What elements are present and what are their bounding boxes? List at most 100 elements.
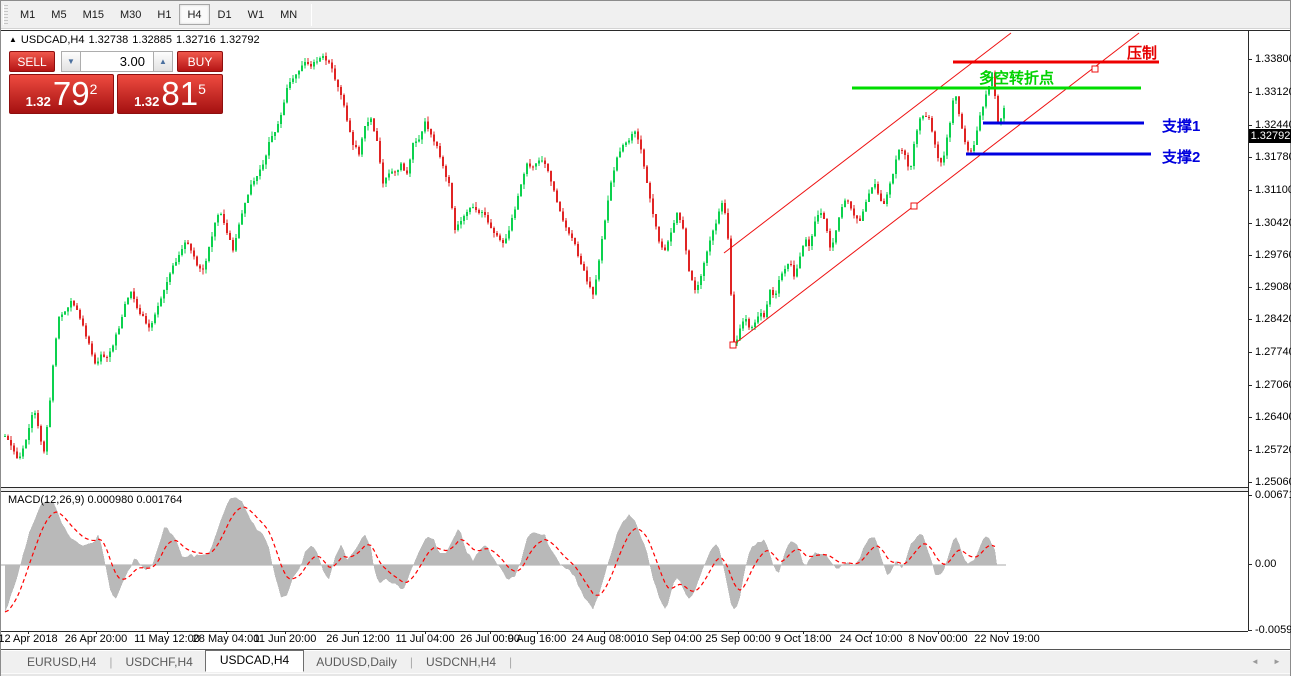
axis-tick (1248, 157, 1252, 158)
ohlc-close: 1.32792 (220, 34, 260, 46)
axis-tick (1248, 125, 1252, 126)
date-axis-label: 11 May 12:00 (134, 633, 200, 645)
timeframe-button-m15[interactable]: M15 (75, 4, 112, 25)
tab-scroll-right-icon[interactable]: ► (1270, 655, 1284, 669)
axis-tick (1248, 319, 1252, 320)
axis-tick (1248, 223, 1252, 224)
timeframe-button-w1[interactable]: W1 (240, 4, 273, 25)
timeframe-button-m1[interactable]: M1 (12, 4, 43, 25)
lot-increase-button[interactable]: ▲ (153, 51, 173, 72)
date-axis-label: 26 Jun 12:00 (326, 633, 390, 645)
price-axis-label: 1.30420 (1255, 217, 1291, 229)
support1-label: 支撑1 (1162, 115, 1200, 136)
tab-usdcad-h4[interactable]: USDCAD,H4 (205, 650, 304, 672)
sell-button[interactable]: SELL (9, 51, 55, 72)
axis-tick (1248, 190, 1252, 191)
date-axis-label: 24 Aug 08:00 (572, 633, 637, 645)
sell-price-quote[interactable]: 1.32792 (9, 74, 114, 114)
tab-scroll-left-icon[interactable]: ◄ (1248, 655, 1262, 669)
axis-tick (1248, 385, 1252, 386)
date-tick (1007, 631, 1008, 634)
buy-price-quote[interactable]: 1.32815 (117, 74, 223, 114)
date-axis-label: 8 Nov 00:00 (908, 633, 967, 645)
buy-button[interactable]: BUY (177, 51, 223, 72)
date-tick (96, 631, 97, 634)
ohlc-low: 1.32716 (176, 34, 216, 46)
timeframe-button-m5[interactable]: M5 (43, 4, 74, 25)
axis-tick (1248, 255, 1252, 256)
tab-audusd-daily[interactable]: AUDUSD,Daily (304, 652, 409, 672)
date-axis-label: 9 Aug 16:00 (508, 633, 567, 645)
timeframe-button-h1[interactable]: H1 (149, 4, 179, 25)
date-tick (358, 631, 359, 634)
date-tick (938, 631, 939, 634)
date-axis-label: 25 Sep 00:00 (705, 633, 770, 645)
tab-usdchf-h4[interactable]: USDCHF,H4 (113, 652, 204, 672)
date-tick (28, 631, 29, 634)
tabbar-top-border (1, 649, 1290, 650)
axis-tick (1248, 630, 1252, 631)
chart-tab-bar: EURUSD,H4|USDCHF,H4USDCAD,H4AUDUSD,Daily… (1, 651, 1290, 673)
symbol-collapse-icon[interactable]: ▲ (9, 35, 17, 44)
resistance-label: 压制 (1127, 42, 1157, 63)
axis-tick (1248, 59, 1252, 60)
macd-indicator-canvas[interactable] (1, 491, 1248, 631)
date-axis-label: 26 Apr 20:00 (65, 633, 127, 645)
timeframe-button-d1[interactable]: D1 (210, 4, 240, 25)
macd-axis-label: 0.006718 (1255, 489, 1291, 501)
date-tick (285, 631, 286, 634)
axis-tick (1248, 352, 1252, 353)
current-price-badge: 1.32792 (1249, 129, 1291, 143)
date-tick (604, 631, 605, 634)
price-axis-label: 1.26400 (1255, 411, 1291, 423)
sell-price-prefix: 1.32 (26, 94, 51, 109)
price-axis-label: 1.33120 (1255, 86, 1291, 98)
date-tick (871, 631, 872, 634)
axis-tick (1248, 450, 1252, 451)
chart-ohlc-header: ▲USDCAD,H41.327381.328851.327161.32792 (9, 34, 264, 46)
price-axis-label: 1.27060 (1255, 379, 1291, 391)
macd-header: MACD(12,26,9) 0.000980 0.001764 (8, 494, 182, 506)
price-axis: 1.32792 1.338001.331201.324401.317801.31… (1248, 29, 1291, 649)
date-tick (167, 631, 168, 634)
price-axis-label: 1.32440 (1255, 119, 1291, 131)
timeframe-button-h4[interactable]: H4 (179, 4, 209, 25)
toolbar-separator (311, 4, 312, 26)
price-axis-label: 1.28420 (1255, 313, 1291, 325)
buy-price-prefix: 1.32 (134, 94, 159, 109)
ohlc-high: 1.32885 (132, 34, 172, 46)
price-axis-label: 1.25060 (1255, 476, 1291, 488)
mt4-window: M1M5M15M30H1H4D1W1MN ▲USDCAD,H41.327381.… (0, 0, 1291, 676)
lot-size-input[interactable] (81, 51, 153, 72)
macd-pane-bottom-border (1, 631, 1248, 632)
date-tick (490, 631, 491, 634)
date-axis-label: 22 Nov 19:00 (974, 633, 1039, 645)
buy-price-sup: 5 (198, 83, 206, 95)
timeframe-buttons: M1M5M15M30H1H4D1W1MN (12, 4, 305, 25)
axis-tick (1248, 482, 1252, 483)
date-axis-label: 10 Sep 04:00 (636, 633, 701, 645)
lot-decrease-button[interactable]: ▼ (61, 51, 81, 72)
macd-axis-label: 0.00 (1255, 558, 1276, 570)
tab-usdcnh-h4[interactable]: USDCNH,H4 (414, 652, 508, 672)
one-click-trading-panel: SELL ▼ ▲ BUY 1.32792 1.32815 (9, 51, 224, 114)
date-axis: 12 Apr 2018 26 Apr 20:00 11 May 12:0028 Ma… (1, 633, 1248, 647)
timeframe-button-m30[interactable]: M30 (112, 4, 149, 25)
date-axis-label: 9 Oct 18:00 (775, 633, 832, 645)
axis-tick (1248, 287, 1252, 288)
price-axis-label: 1.33800 (1255, 53, 1291, 65)
toolbar-grip-handle[interactable] (3, 5, 8, 25)
date-axis-label: 12 Apr 2018 (0, 633, 58, 645)
date-tick (803, 631, 804, 634)
chart-symbol: USDCAD,H4 (21, 34, 85, 46)
date-tick (425, 631, 426, 634)
macd-axis-label: -0.005925 (1255, 624, 1291, 636)
date-axis-label: 28 May 04:00 (193, 633, 260, 645)
price-axis-label: 1.31100 (1255, 184, 1291, 196)
tab-eurusd-h4[interactable]: EURUSD,H4 (15, 652, 108, 672)
price-axis-label: 1.25720 (1255, 444, 1291, 456)
pivot-label: 多空转折点 (979, 67, 1054, 88)
price-axis-label: 1.29760 (1255, 249, 1291, 261)
timeframe-button-mn[interactable]: MN (272, 4, 305, 25)
support2-label: 支撑2 (1162, 146, 1200, 167)
